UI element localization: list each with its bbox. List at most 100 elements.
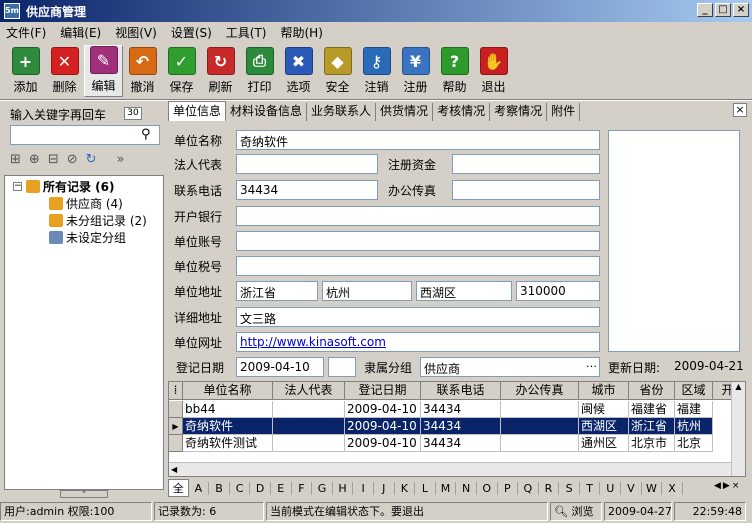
grid-hscroll[interactable]: ◀ bbox=[169, 462, 731, 476]
minimize-button[interactable]: _ bbox=[697, 3, 713, 17]
menu-edit[interactable]: 编辑(E) bbox=[60, 24, 101, 41]
alpha-filter-i[interactable]: I bbox=[353, 481, 374, 495]
city-field[interactable]: 杭州 bbox=[322, 281, 412, 301]
alpha-filter-s[interactable]: S bbox=[559, 481, 580, 495]
tab-supply[interactable]: 供货情况 bbox=[376, 103, 434, 121]
web-link[interactable]: http://www.kinasoft.com bbox=[236, 332, 600, 352]
tab-attachments[interactable]: 附件 bbox=[547, 103, 581, 121]
toolbar-button-logout[interactable]: ⚷ 注销 bbox=[357, 45, 396, 97]
alpha-filter-a[interactable]: A bbox=[189, 481, 210, 495]
alpha-filter-o[interactable]: O bbox=[477, 481, 498, 495]
menu-tools[interactable]: 工具(T) bbox=[226, 24, 267, 41]
toolbar-button-refresh[interactable]: ↻ 刷新 bbox=[201, 45, 240, 97]
maximize-button[interactable]: □ bbox=[715, 3, 731, 17]
tab-inspection[interactable]: 考察情况 bbox=[490, 103, 548, 121]
browse-button[interactable]: 🔍︎ 浏览 bbox=[550, 502, 602, 521]
search-icon[interactable]: ⚲ bbox=[141, 127, 157, 143]
alpha-filter-g[interactable]: G bbox=[312, 481, 333, 495]
company-field[interactable]: 奇纳软件 bbox=[236, 130, 600, 150]
alpha-filter-t[interactable]: T bbox=[580, 481, 601, 495]
toolbar-button-register[interactable]: ¥ 注册 bbox=[396, 45, 435, 97]
toolbar-button-save[interactable]: ✓ 保存 bbox=[162, 45, 201, 97]
tree-item-ungrouped[interactable]: 未分组记录 (2) bbox=[49, 212, 147, 229]
alpha-filter-w[interactable]: W bbox=[642, 481, 663, 495]
collapse-icon[interactable]: − bbox=[13, 182, 22, 191]
district-field[interactable]: 西湖区 bbox=[416, 281, 512, 301]
tab-contacts[interactable]: 业务联系人 bbox=[307, 103, 377, 121]
splitter-handle[interactable]: ⌃ bbox=[60, 490, 108, 498]
toolbar-button-delete[interactable]: ✕ 删除 bbox=[45, 45, 84, 97]
alpha-filter-n[interactable]: N bbox=[456, 481, 477, 495]
column-header[interactable]: 登记日期 bbox=[345, 382, 421, 400]
bank-field[interactable] bbox=[236, 206, 600, 226]
column-header[interactable]: 单位名称 bbox=[183, 382, 273, 400]
alpha-filter-r[interactable]: R bbox=[539, 481, 560, 495]
column-header[interactable]: 联系电话 bbox=[421, 382, 501, 400]
alpha-filter-m[interactable]: M bbox=[436, 481, 457, 495]
fax-field[interactable] bbox=[452, 180, 600, 200]
province-field[interactable]: 浙江省 bbox=[236, 281, 318, 301]
column-header[interactable]: 区域 bbox=[675, 382, 713, 400]
toolbar-button-security[interactable]: ◆ 安全 bbox=[318, 45, 357, 97]
zip-field[interactable]: 310000 bbox=[516, 281, 600, 301]
phone-field[interactable]: 34434 bbox=[236, 180, 378, 200]
menu-view[interactable]: 视图(V) bbox=[115, 24, 157, 41]
prev-icon[interactable]: ◀ bbox=[714, 481, 721, 491]
alpha-filter-e[interactable]: E bbox=[271, 481, 292, 495]
tree-remove-icon[interactable]: ⊘ bbox=[67, 152, 78, 167]
tax-field[interactable] bbox=[236, 256, 600, 276]
toolbar-button-exit[interactable]: ✋ 退出 bbox=[474, 45, 513, 97]
tree-group-icon[interactable]: ⊟ bbox=[48, 152, 59, 167]
alpha-filter-l[interactable]: L bbox=[415, 481, 436, 495]
toolbar-button-help[interactable]: ? 帮助 bbox=[435, 45, 474, 97]
tree-more-icon[interactable]: » bbox=[117, 152, 125, 167]
toolbar-button-options[interactable]: ✖ 选项 bbox=[279, 45, 318, 97]
photo-box[interactable] bbox=[608, 130, 740, 352]
tree-refresh-icon[interactable]: ↻ bbox=[86, 152, 97, 167]
tree-root[interactable]: − 所有记录 (6) bbox=[13, 178, 115, 195]
toolbar-button-edit[interactable]: ✎ 编辑 bbox=[84, 45, 123, 97]
alpha-filter-all[interactable]: 全 bbox=[168, 479, 189, 497]
regdate-field[interactable]: 2009-04-10 bbox=[236, 357, 324, 377]
alpha-filter-j[interactable]: J bbox=[374, 481, 395, 495]
toolbar-button-undo[interactable]: ↶ 撤消 bbox=[123, 45, 162, 97]
calendar-icon[interactable]: 30 bbox=[124, 107, 142, 120]
tree-add-icon[interactable]: ⊕ bbox=[29, 152, 40, 167]
alpha-filter-f[interactable]: F bbox=[292, 481, 313, 495]
alpha-filter-q[interactable]: Q bbox=[518, 481, 539, 495]
capital-field[interactable] bbox=[452, 154, 600, 174]
grid-vscroll[interactable]: ▲ bbox=[731, 382, 745, 476]
menu-file[interactable]: 文件(F) bbox=[6, 24, 46, 41]
search-input[interactable] bbox=[10, 125, 160, 145]
tree-expand-icon[interactable]: ⊞ bbox=[10, 152, 21, 167]
column-header[interactable]: 法人代表 bbox=[273, 382, 345, 400]
alpha-filter-k[interactable]: K bbox=[395, 481, 416, 495]
scroll-up-icon[interactable]: ▲ bbox=[732, 382, 745, 391]
group-field[interactable]: 供应商 bbox=[420, 357, 600, 377]
alpha-filter-h[interactable]: H bbox=[333, 481, 354, 495]
close-tab-icon[interactable]: × bbox=[733, 103, 747, 117]
toolbar-button-add[interactable]: + 添加 bbox=[6, 45, 45, 97]
column-header[interactable]: 城市 bbox=[579, 382, 629, 400]
close-icon[interactable]: × bbox=[732, 481, 740, 491]
menu-help[interactable]: 帮助(H) bbox=[281, 24, 323, 41]
group-picker-icon[interactable]: … bbox=[586, 357, 597, 370]
tree-item-unset[interactable]: 未设定分组 bbox=[49, 229, 126, 246]
alpha-filter-d[interactable]: D bbox=[250, 481, 271, 495]
next-icon[interactable]: ▶ bbox=[723, 481, 730, 491]
tab-company-info[interactable]: 单位信息 bbox=[168, 101, 227, 121]
alpha-filter-b[interactable]: B bbox=[209, 481, 230, 495]
alpha-filter-u[interactable]: U bbox=[600, 481, 622, 495]
legal-field[interactable] bbox=[236, 154, 378, 174]
column-header[interactable]: 办公传真 bbox=[501, 382, 579, 400]
alpha-filter-v[interactable]: V bbox=[621, 481, 642, 495]
alpha-filter-c[interactable]: C bbox=[230, 481, 251, 495]
close-window-button[interactable]: × bbox=[733, 3, 749, 17]
alpha-filter-x[interactable]: X bbox=[662, 481, 683, 495]
tab-assessment[interactable]: 考核情况 bbox=[433, 103, 491, 121]
detail-address-field[interactable]: 文三路 bbox=[236, 307, 600, 327]
menu-settings[interactable]: 设置(S) bbox=[171, 24, 212, 41]
alpha-filter-p[interactable]: P bbox=[498, 481, 519, 495]
column-header[interactable]: 省份 bbox=[629, 382, 675, 400]
tree-item-supplier[interactable]: 供应商 (4) bbox=[49, 195, 123, 212]
